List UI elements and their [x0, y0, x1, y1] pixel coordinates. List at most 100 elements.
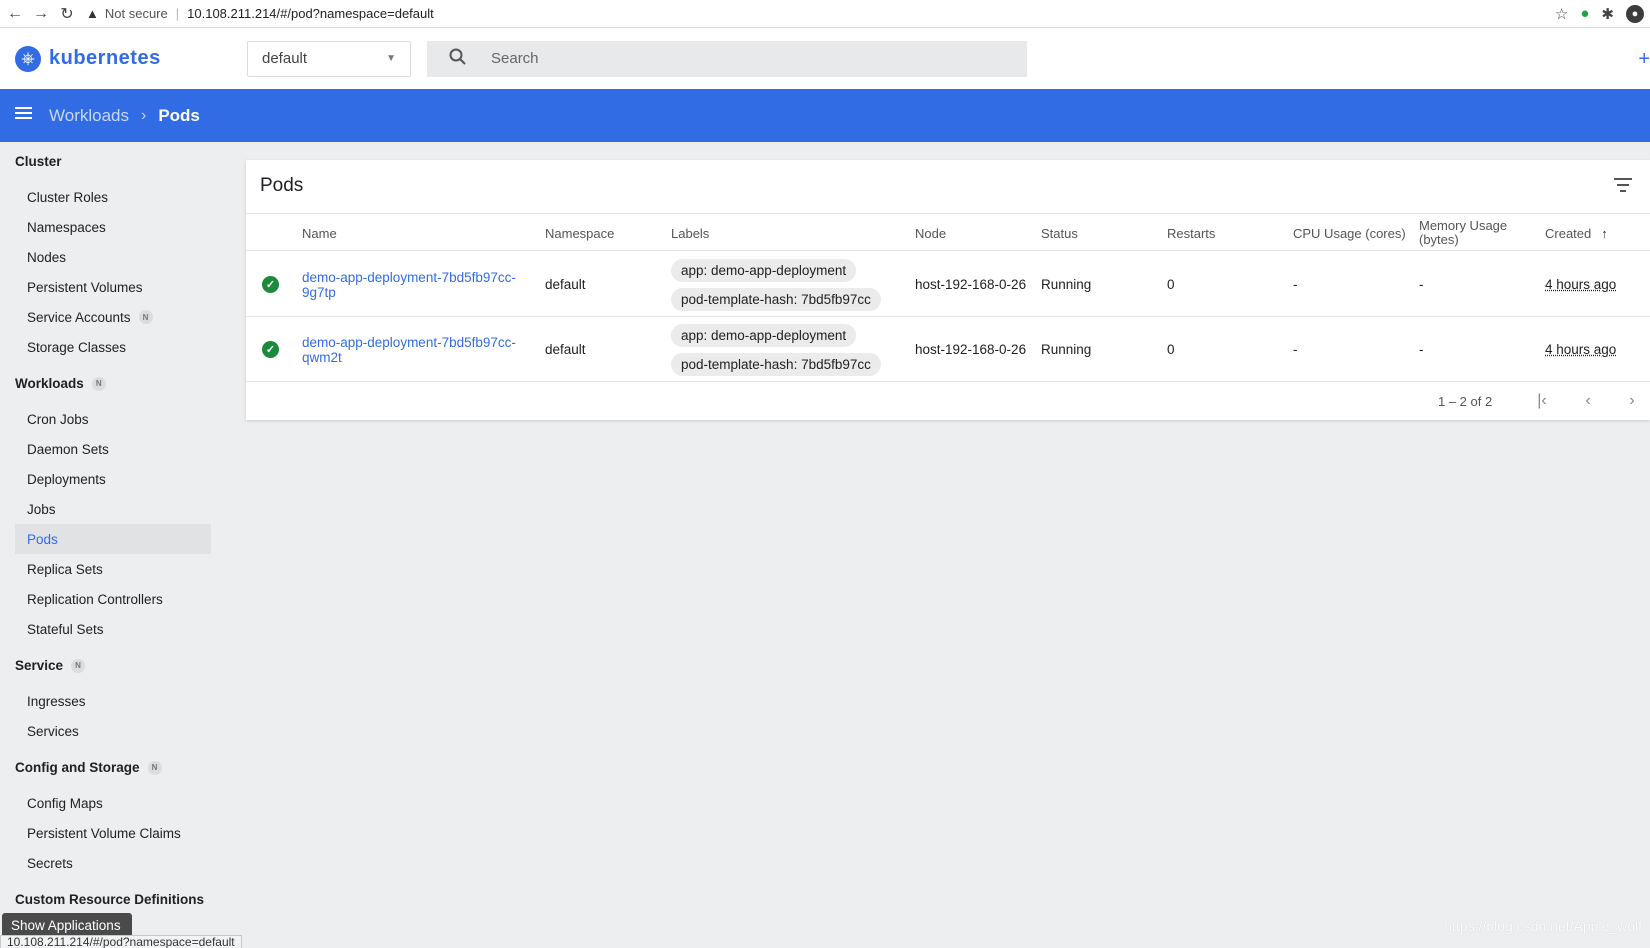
hamburger-menu-icon[interactable]	[14, 104, 34, 127]
search-bar[interactable]	[427, 40, 1027, 77]
sidebar-section-workloads[interactable]: Workloads N	[15, 376, 106, 391]
paginator: 1 – 2 of 2 |‹ ‹ ›	[246, 383, 1650, 420]
section-title: Service	[15, 658, 64, 673]
section-title: Custom Resource Definitions	[15, 892, 205, 907]
sidebar-item-jobs[interactable]: Jobs	[15, 494, 211, 524]
pod-namespace: default	[545, 277, 586, 292]
pod-name-link[interactable]: demo-app-deployment-7bd5fb97cc- 9g7tp	[302, 270, 522, 300]
watermark: https://blog.csdn.net/Apple_wolf	[1444, 918, 1642, 934]
address-bar[interactable]: ▲ Not secure | 10.108.211.214/#/pod?name…	[86, 3, 1555, 25]
column-header-created[interactable]: Created ↑	[1545, 214, 1608, 252]
extension-elephant-icon[interactable]: ●	[1580, 5, 1589, 22]
dropdown-arrow-icon: ▼	[386, 53, 396, 64]
sidebar-item-config-maps[interactable]: Config Maps	[15, 788, 211, 818]
reload-icon[interactable]: ↻	[56, 3, 78, 25]
pod-labels: app: demo-app-deployment pod-template-ha…	[671, 317, 881, 382]
column-header-name[interactable]: Name	[302, 214, 337, 252]
sidebar-item-ingresses[interactable]: Ingresses	[15, 686, 211, 716]
first-page-icon[interactable]: |‹	[1532, 391, 1552, 411]
namespace-select[interactable]: default ▼	[247, 40, 411, 77]
bookmark-star-icon[interactable]: ☆	[1555, 5, 1568, 23]
sidebar-item-replication-controllers[interactable]: Replication Controllers	[15, 584, 211, 614]
sidebar-item-label: Pods	[27, 531, 58, 547]
column-header-created-label: Created	[1545, 225, 1592, 241]
sidebar-item-replica-sets[interactable]: Replica Sets	[15, 554, 211, 584]
sidebar-item-cluster-roles[interactable]: Cluster Roles	[15, 182, 211, 212]
column-header-memory-line1: Memory Usage	[1419, 218, 1508, 233]
pod-created[interactable]: 4 hours ago	[1545, 342, 1616, 357]
sidebar-item-stateful-sets[interactable]: Stateful Sets	[15, 614, 211, 644]
breadcrumb-current: Pods	[158, 105, 200, 125]
pod-cpu: -	[1293, 342, 1298, 357]
breadcrumb-workloads[interactable]: Workloads	[49, 106, 129, 126]
namespaced-badge: N	[138, 310, 153, 324]
sidebar-item-daemon-sets[interactable]: Daemon Sets	[15, 434, 211, 464]
sidebar-item-services[interactable]: Services	[15, 716, 211, 746]
sidebar-item-storage-classes[interactable]: Storage Classes	[15, 332, 211, 362]
address-url[interactable]: 10.108.211.214/#/pod?namespace=default	[187, 6, 434, 21]
pod-created[interactable]: 4 hours ago	[1545, 277, 1616, 292]
sidebar-item-label: Daemon Sets	[27, 441, 109, 457]
warning-triangle-icon: ▲	[86, 6, 99, 21]
previous-page-icon[interactable]: ‹	[1578, 391, 1598, 411]
sidebar-item-label: Services	[27, 723, 79, 739]
column-header-cpu[interactable]: CPU Usage (cores)	[1293, 214, 1406, 252]
namespaced-badge: N	[147, 760, 162, 775]
label-chip: pod-template-hash: 7bd5fb97cc	[671, 287, 881, 311]
sidebar-item-label: Secrets	[27, 855, 73, 871]
status-success-check-icon: ✓	[262, 341, 279, 358]
next-page-icon[interactable]: ›	[1622, 391, 1642, 411]
filter-icon[interactable]	[1614, 178, 1632, 192]
column-header-status[interactable]: Status	[1041, 214, 1078, 252]
sidebar-item-persistent-volumes[interactable]: Persistent Volumes	[15, 272, 211, 302]
column-header-memory[interactable]: Memory Usage (bytes)	[1419, 214, 1507, 252]
sidebar-item-pods[interactable]: Pods	[15, 524, 211, 554]
back-arrow-icon[interactable]: ←	[4, 3, 26, 25]
pod-name-line2: 9g7tp	[302, 284, 336, 300]
column-header-restarts[interactable]: Restarts	[1167, 214, 1215, 252]
namespace-value: default	[262, 50, 308, 67]
table-header: Name Namespace Labels Node Status Restar…	[246, 213, 1650, 251]
sidebar-item-cron-jobs[interactable]: Cron Jobs	[15, 404, 211, 434]
table-row: ✓ demo-app-deployment-7bd5fb97cc- 9g7tp d…	[246, 252, 1650, 317]
sidebar-item-nodes[interactable]: Nodes	[15, 242, 211, 272]
sidebar-item-label: Config Maps	[27, 795, 103, 811]
breadcrumb-bar: Workloads › Pods	[0, 89, 1650, 142]
search-input[interactable]	[491, 50, 991, 67]
sidebar-section-service[interactable]: Service N	[15, 658, 86, 673]
create-plus-icon[interactable]: +	[1638, 48, 1650, 71]
sidebar-item-label: Ingresses	[27, 693, 86, 709]
brand[interactable]: ⎈ kubernetes	[15, 45, 247, 72]
sidebar: Cluster Cluster Roles Namespaces Nodes P…	[0, 142, 225, 948]
sort-ascending-arrow-icon[interactable]: ↑	[1601, 226, 1608, 241]
forward-arrow-icon[interactable]: →	[30, 3, 52, 25]
sidebar-section-custom-resource-definitions[interactable]: Custom Resource Definitions	[15, 892, 204, 907]
extensions-puzzle-icon[interactable]: ✱	[1601, 5, 1614, 23]
sidebar-item-label: Jobs	[27, 501, 56, 517]
sidebar-item-deployments[interactable]: Deployments	[15, 464, 211, 494]
column-header-node[interactable]: Node	[915, 214, 946, 252]
pod-node: host-192-168-0-26	[915, 342, 1027, 357]
pod-cpu: -	[1293, 277, 1298, 292]
pod-labels: app: demo-app-deployment pod-template-ha…	[671, 252, 881, 317]
namespaced-badge: N	[91, 376, 106, 391]
sidebar-item-namespaces[interactable]: Namespaces	[15, 212, 211, 242]
profile-avatar-icon[interactable]: ●	[1626, 4, 1644, 23]
sidebar-section-cluster[interactable]: Cluster	[15, 154, 62, 169]
sidebar-item-persistent-volume-claims[interactable]: Persistent Volume Claims	[15, 818, 211, 848]
pager-range-label: 1 – 2 of 2	[1438, 394, 1493, 409]
sidebar-item-label: Replication Controllers	[27, 591, 163, 607]
card-title: Pods	[260, 175, 304, 196]
column-header-namespace[interactable]: Namespace	[545, 214, 614, 252]
sidebar-item-secrets[interactable]: Secrets	[15, 848, 211, 878]
sidebar-item-label: Namespaces	[27, 219, 106, 235]
pod-name-line2: qwm2t	[302, 349, 342, 365]
pod-name-link[interactable]: demo-app-deployment-7bd5fb97cc-qwm2t	[302, 335, 522, 365]
security-label[interactable]: Not secure	[105, 6, 168, 21]
sidebar-section-config-storage[interactable]: Config and Storage N	[15, 760, 162, 775]
sidebar-item-label: Cron Jobs	[27, 411, 89, 427]
namespaced-badge: N	[71, 658, 86, 673]
sidebar-item-label: Service Accounts	[27, 309, 131, 325]
sidebar-item-service-accounts[interactable]: Service Accounts N	[15, 302, 211, 332]
status-bar-url: 10.108.211.214/#/pod?namespace=default	[0, 935, 242, 948]
